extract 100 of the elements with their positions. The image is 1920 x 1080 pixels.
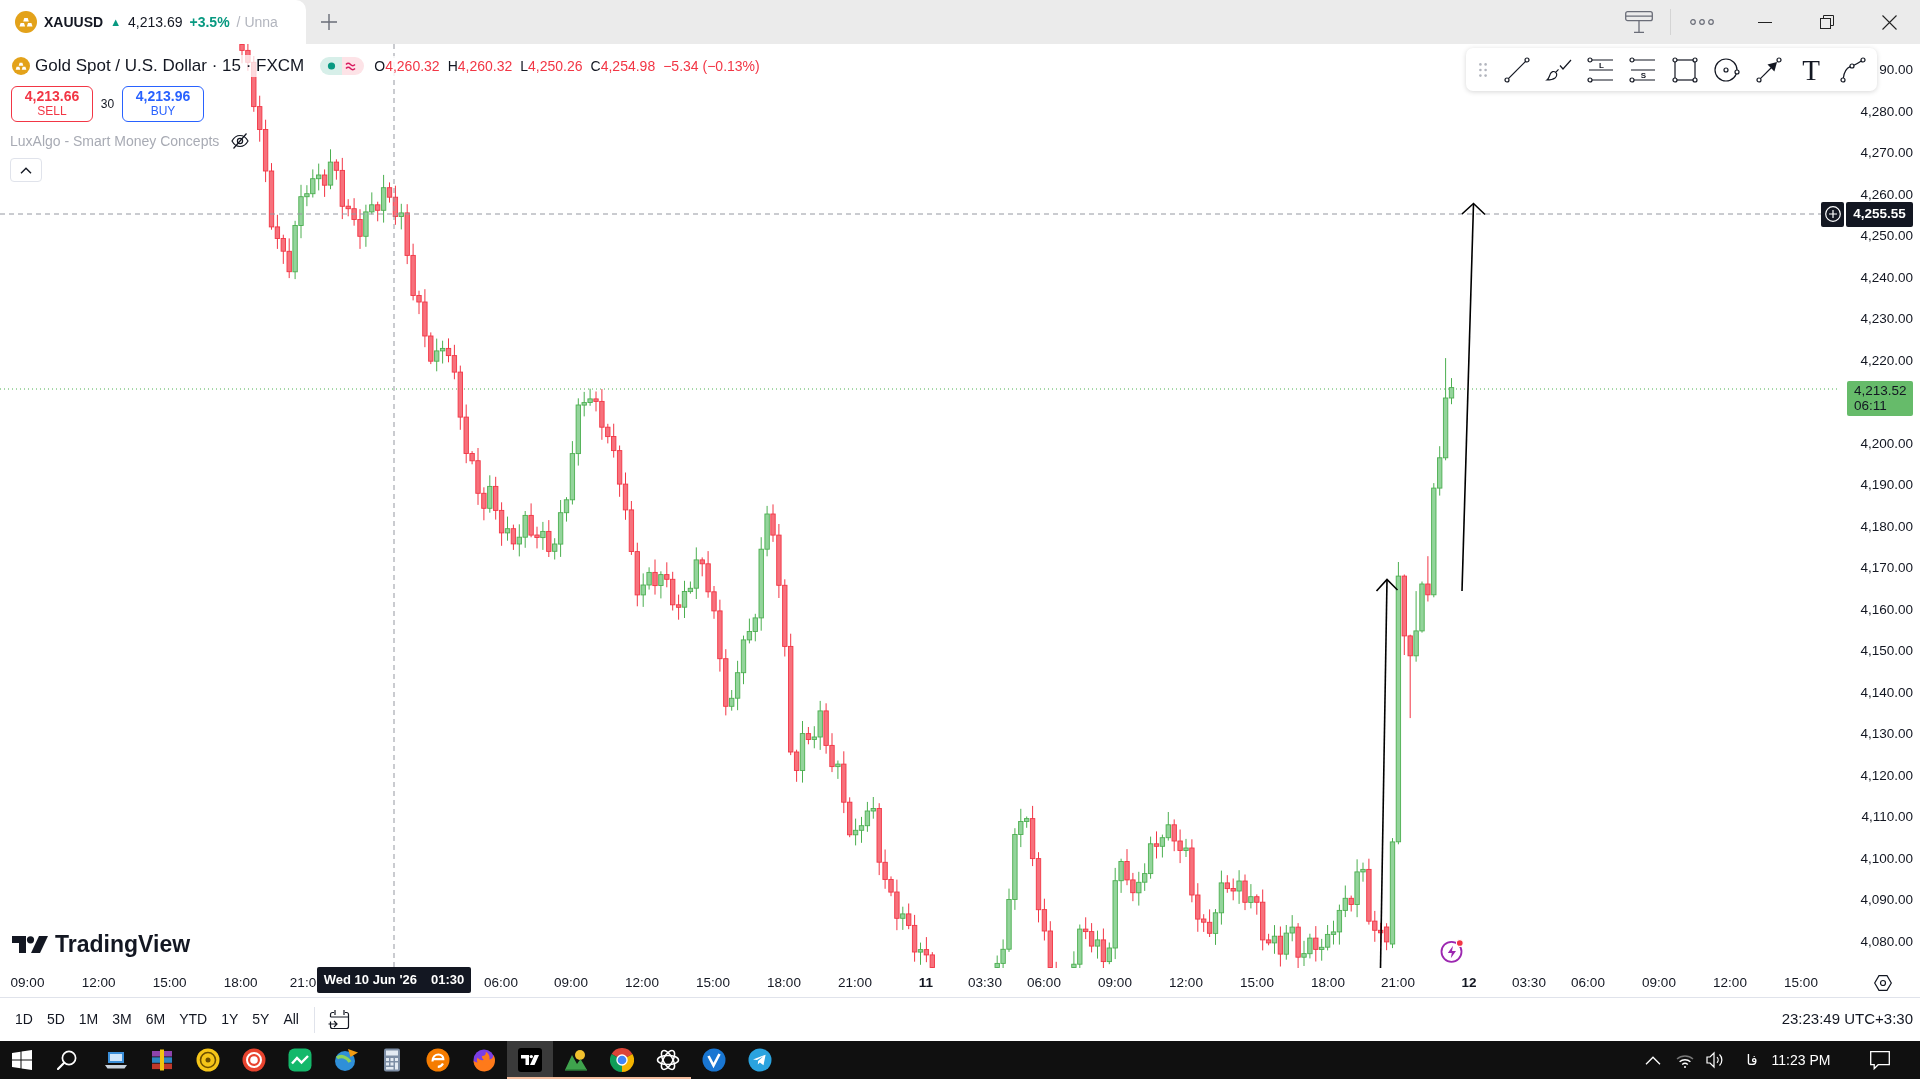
time-label: 09:00 bbox=[554, 975, 588, 991]
price-label: 4,110.00 bbox=[1861, 809, 1913, 825]
time-label: 06:00 bbox=[1571, 975, 1605, 991]
time-label: 09:00 bbox=[1098, 975, 1132, 991]
arrow-tool-icon[interactable] bbox=[1755, 55, 1783, 84]
search-icon[interactable] bbox=[57, 1050, 77, 1070]
coin-icon[interactable] bbox=[196, 1048, 220, 1072]
range-button[interactable]: YTD bbox=[172, 1007, 215, 1032]
waves-icon bbox=[342, 57, 365, 75]
paper-plane-icon[interactable] bbox=[748, 1048, 772, 1072]
sell-button[interactable]: 4,213.66 SELL bbox=[11, 86, 93, 122]
volume-icon bbox=[1706, 1051, 1724, 1069]
panel-layout-icon bbox=[1625, 11, 1653, 33]
range-button[interactable]: 5Y bbox=[245, 1007, 277, 1032]
range-button[interactable]: 1Y bbox=[214, 1007, 246, 1032]
chevron-up-icon bbox=[1645, 1055, 1661, 1065]
notification-icon bbox=[1870, 1050, 1890, 1070]
circle-tool-icon[interactable] bbox=[1713, 55, 1741, 84]
spread-text: 30 bbox=[99, 96, 116, 113]
time-label: 15:00 bbox=[152, 975, 187, 991]
mountain-sun-icon[interactable] bbox=[564, 1048, 588, 1072]
price-label: 4,250.00 bbox=[1860, 228, 1913, 244]
time-label: 15:00 bbox=[1240, 975, 1274, 991]
price-label: 4,080.00 bbox=[1860, 933, 1913, 950]
flame-globe-icon[interactable] bbox=[472, 1048, 496, 1072]
close-icon bbox=[1881, 14, 1897, 30]
time-label: 12:00 bbox=[625, 975, 659, 991]
segmented-circle-icon[interactable] bbox=[610, 1048, 634, 1072]
price-label: 4,090.00 bbox=[1860, 892, 1913, 908]
drag-handle-icon[interactable] bbox=[1479, 62, 1487, 77]
time-label: 18:00 bbox=[223, 975, 258, 991]
time-label: 11 bbox=[918, 975, 934, 991]
plus-circle-icon bbox=[1824, 206, 1841, 222]
books-icon[interactable] bbox=[150, 1048, 174, 1072]
range-button[interactable]: 6M bbox=[138, 1007, 173, 1032]
time-label: 06:00 bbox=[484, 975, 518, 991]
time-label: 21:0 bbox=[289, 975, 317, 991]
date-text: Wed 10 Jun '26 bbox=[323, 971, 417, 990]
rectangle-tool-icon[interactable] bbox=[1671, 55, 1699, 84]
price-label: 4,240.00 bbox=[1860, 269, 1913, 286]
time-label: 21:00 bbox=[838, 975, 872, 991]
lightning-icon[interactable] bbox=[1440, 939, 1464, 963]
time-label: 18:00 bbox=[767, 975, 801, 991]
drawing-tool-button[interactable]: S bbox=[1622, 51, 1664, 88]
time-label: 12:00 bbox=[1169, 975, 1203, 991]
price-label: 4,160.00 bbox=[1860, 601, 1913, 618]
brand-name: TradingView bbox=[55, 931, 191, 957]
swirl-circle-icon[interactable] bbox=[426, 1048, 450, 1072]
change-text: +3.5% bbox=[189, 12, 230, 32]
crosshair-price-label: 4,255.55 bbox=[1846, 201, 1913, 227]
eye-slashed-icon[interactable] bbox=[231, 132, 250, 150]
atom-icon[interactable] bbox=[656, 1048, 680, 1072]
line-tool-icon[interactable] bbox=[1503, 55, 1531, 84]
ingots-coin-icon bbox=[12, 57, 30, 75]
time-label: 09:00 bbox=[10, 975, 45, 991]
price-label: 4,280.00 bbox=[1860, 103, 1913, 120]
time-label: 12:00 bbox=[81, 975, 116, 991]
range-button[interactable]: 3M bbox=[105, 1007, 139, 1032]
buy-button[interactable]: 4,213.96 BUY bbox=[122, 86, 204, 122]
ohlc-value: O4,260.32 bbox=[374, 56, 440, 76]
ingots-coin-icon bbox=[15, 11, 37, 33]
time-label: 03:30 bbox=[968, 975, 1002, 991]
collapse-button[interactable] bbox=[10, 158, 42, 182]
range-button[interactable]: 5D bbox=[39, 1007, 72, 1032]
time-label: 03:30 bbox=[1512, 975, 1546, 991]
globe-icon[interactable] bbox=[334, 1048, 358, 1072]
price-label: 90.00 bbox=[1879, 62, 1913, 78]
taskbar-clock[interactable]: 11:23 PM bbox=[1768, 1041, 1834, 1079]
time-label: 09:00 bbox=[1642, 975, 1676, 991]
time-label: 12:00 bbox=[1713, 975, 1747, 991]
time-text: 01:30 bbox=[430, 971, 465, 990]
trend-tile-icon[interactable] bbox=[288, 1048, 312, 1072]
price-label: 4,260.00 bbox=[1860, 186, 1913, 203]
symbol-title[interactable]: Gold Spot / U.S. Dollar · 15 · FXCM bbox=[35, 55, 305, 77]
taskbar-button[interactable] bbox=[507, 1041, 553, 1079]
range-button[interactable]: 1M bbox=[71, 1007, 106, 1032]
plus-icon bbox=[321, 14, 337, 30]
price-label: 4,220.00 bbox=[1860, 352, 1913, 369]
time-label: 18:00 bbox=[1311, 975, 1345, 991]
price-label: 4,120.00 bbox=[1860, 767, 1913, 784]
range-button[interactable]: 1D bbox=[8, 1007, 40, 1032]
change-arrow: ▲ bbox=[110, 14, 121, 30]
symbol-tab[interactable]: XAUUSD ▲ 4,213.69 +3.5% / Unna bbox=[0, 0, 306, 44]
four-panes-icon[interactable] bbox=[12, 1050, 32, 1070]
countdown-text: 06:11 bbox=[1854, 397, 1888, 413]
clock-text: 23:23:49 UTC+3:30 bbox=[1781, 1009, 1913, 1030]
record-icon[interactable] bbox=[242, 1048, 266, 1072]
check-circle-icon[interactable] bbox=[702, 1048, 726, 1072]
time-label: 15:00 bbox=[1784, 975, 1818, 991]
drawing-tool-button[interactable]: L bbox=[1580, 51, 1622, 88]
wifi-icon bbox=[1676, 1052, 1694, 1068]
price-label: 4,150.00 bbox=[1860, 643, 1913, 659]
range-button[interactable]: All bbox=[276, 1007, 306, 1032]
language-button[interactable]: فا bbox=[1738, 1041, 1766, 1079]
text-tool-button[interactable]: T bbox=[1790, 51, 1832, 88]
plus-button[interactable] bbox=[1821, 201, 1844, 227]
path-tool-icon[interactable] bbox=[1839, 55, 1867, 84]
settings-icon[interactable] bbox=[1874, 975, 1892, 991]
more-icon bbox=[1690, 19, 1714, 25]
logo-tile-icon[interactable] bbox=[518, 1048, 542, 1072]
